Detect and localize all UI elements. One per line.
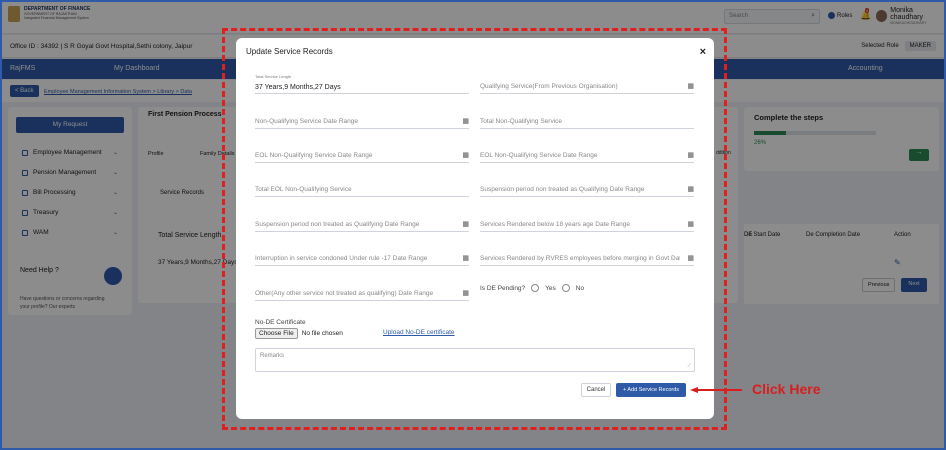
eol-range-field-left[interactable]: EOL Non-Qualifying Service Date Range ▦ bbox=[255, 149, 469, 163]
field-label: Interruption in service condoned Under r… bbox=[255, 255, 428, 262]
field-label: Total EOL Non-Qualifying Service bbox=[255, 186, 352, 193]
calendar-icon[interactable]: ▦ bbox=[687, 82, 694, 90]
field-label: Suspension period non treated as Qualify… bbox=[480, 186, 645, 193]
total-non-qualifying-field[interactable]: Total Non-Qualifying Service bbox=[480, 115, 694, 129]
calendar-icon[interactable]: ▦ bbox=[462, 220, 469, 228]
field-label: EOL Non-Qualifying Service Date Range bbox=[480, 152, 598, 159]
field-label: Other(Any other service not treated as q… bbox=[255, 290, 434, 297]
eol-range-field-right[interactable]: EOL Non-Qualifying Service Date Range ▦ bbox=[480, 149, 694, 163]
field-label: Suspension period non treated as Qualify… bbox=[255, 221, 420, 228]
cancel-button[interactable]: Cancel bbox=[581, 383, 611, 397]
modal-title: Update Service Records bbox=[246, 47, 333, 56]
suspension-range-field-left[interactable]: Suspension period non treated as Qualify… bbox=[255, 218, 469, 232]
de-pending-group: Is DE Pending? Yes No bbox=[480, 284, 584, 292]
callout-arrow-icon bbox=[690, 387, 742, 393]
rvres-range-field[interactable]: Services Rendered by RVRES employees bef… bbox=[480, 252, 694, 266]
qualifying-service-field[interactable]: Qualifying Service(From Previous Organis… bbox=[480, 80, 694, 94]
radio-no[interactable] bbox=[561, 284, 570, 292]
radio-yes-label: Yes bbox=[545, 284, 556, 292]
calendar-icon[interactable]: ▦ bbox=[687, 185, 694, 193]
interruption-range-field[interactable]: Interruption in service condoned Under r… bbox=[255, 252, 469, 266]
remarks-placeholder: Remarks bbox=[260, 353, 285, 359]
field-label: Total Non-Qualifying Service bbox=[480, 118, 563, 125]
field-label: Services Rendered by RVRES employees bef… bbox=[480, 255, 680, 262]
calendar-icon[interactable]: ▦ bbox=[462, 289, 469, 297]
calendar-icon[interactable]: ▦ bbox=[462, 117, 469, 125]
calendar-icon[interactable]: ▦ bbox=[462, 151, 469, 159]
field-value: 37 Years,9 Months,27 Days bbox=[255, 84, 341, 91]
resize-grip-icon[interactable]: ⟋ bbox=[687, 363, 691, 369]
radio-no-label: No bbox=[575, 284, 585, 292]
field-caption: Total Service Length bbox=[255, 74, 292, 79]
remarks-textarea[interactable]: Remarks ⟋ bbox=[255, 348, 695, 372]
upload-no-de-link[interactable]: Upload No-DE certificate bbox=[383, 329, 455, 336]
choose-file-button[interactable]: Choose File bbox=[255, 328, 298, 339]
calendar-icon[interactable]: ▦ bbox=[687, 151, 694, 159]
field-label: EOL Non-Qualifying Service Date Range bbox=[255, 152, 373, 159]
add-service-records-button[interactable]: + Add Service Records bbox=[616, 383, 686, 397]
total-service-length-field[interactable]: Total Service Length 37 Years,9 Months,2… bbox=[255, 74, 469, 94]
field-label: Services Rendered below 18 years age Dat… bbox=[480, 221, 630, 228]
below-18-range-field[interactable]: Services Rendered below 18 years age Dat… bbox=[480, 218, 694, 232]
file-chooser: Choose File No file chosen bbox=[255, 328, 343, 339]
update-service-records-modal: Update Service Records × Total Service L… bbox=[236, 38, 714, 419]
calendar-icon[interactable]: ▦ bbox=[687, 254, 694, 262]
suspension-range-field-right[interactable]: Suspension period non treated as Qualify… bbox=[480, 183, 694, 197]
field-label: Qualifying Service(From Previous Organis… bbox=[480, 83, 618, 90]
de-pending-label: Is DE Pending? bbox=[480, 284, 526, 292]
field-label: Non-Qualifying Service Date Range bbox=[255, 118, 358, 125]
radio-yes[interactable] bbox=[531, 284, 540, 292]
no-file-chosen: No file chosen bbox=[301, 330, 343, 337]
click-here-callout: Click Here bbox=[752, 381, 821, 397]
other-service-range-field[interactable]: Other(Any other service not treated as q… bbox=[255, 287, 469, 301]
non-qualifying-range-field[interactable]: Non-Qualifying Service Date Range ▦ bbox=[255, 115, 469, 129]
close-icon[interactable]: × bbox=[700, 46, 706, 58]
calendar-icon[interactable]: ▦ bbox=[687, 220, 694, 228]
calendar-icon[interactable]: ▦ bbox=[462, 254, 469, 262]
total-eol-field[interactable]: Total EOL Non-Qualifying Service bbox=[255, 183, 469, 197]
no-de-certificate-label: No-DE Certificate bbox=[255, 319, 306, 326]
